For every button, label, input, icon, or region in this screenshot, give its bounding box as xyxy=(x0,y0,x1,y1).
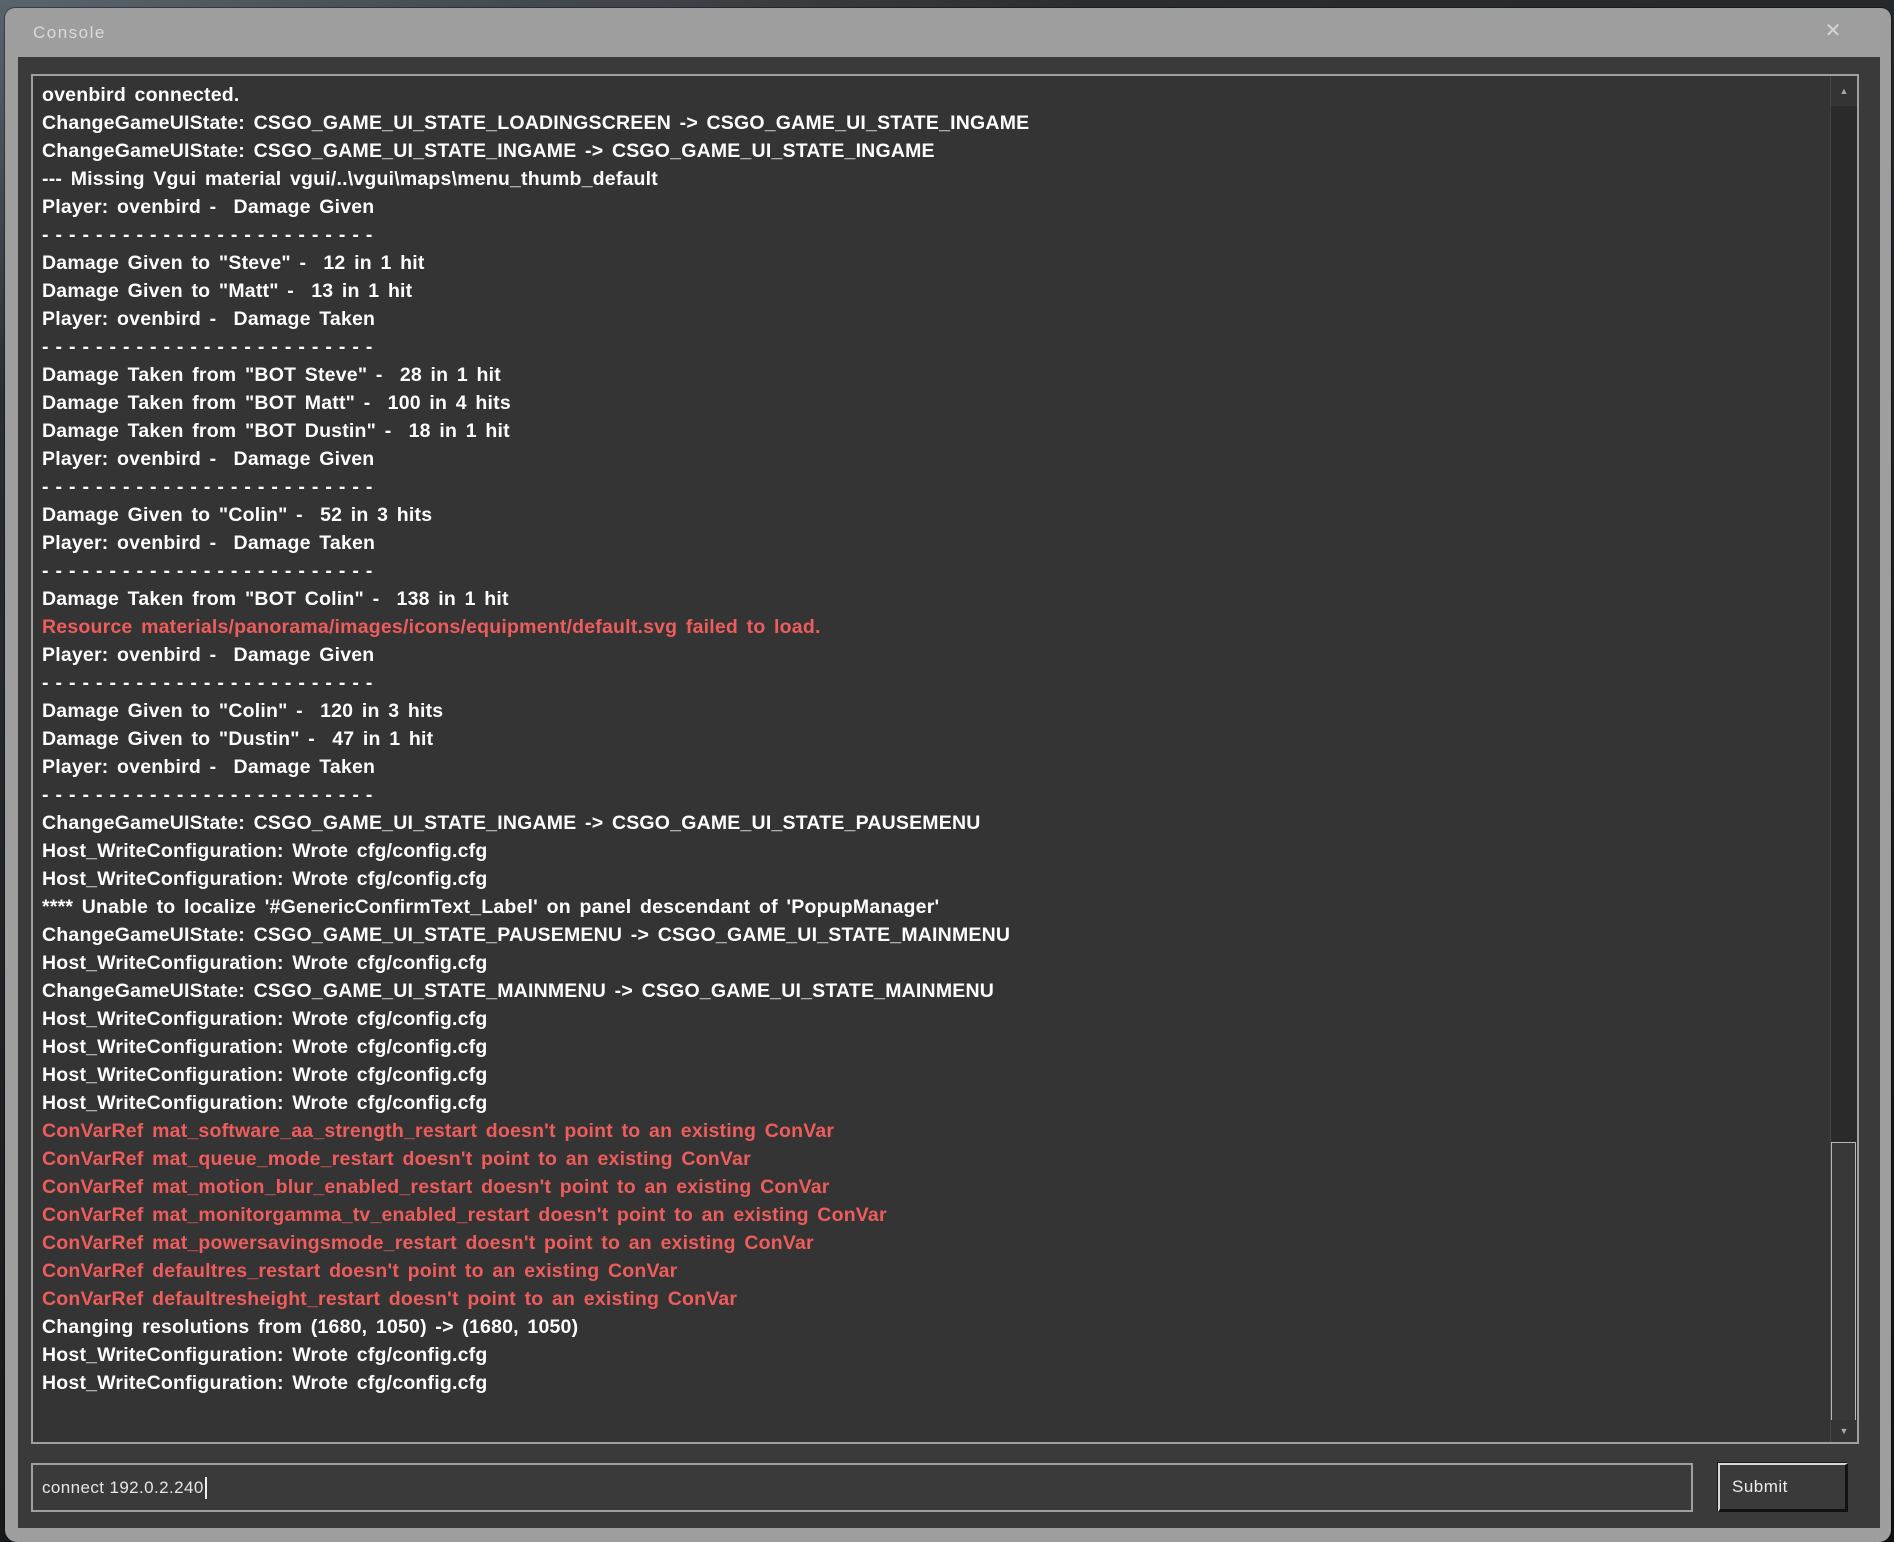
log-line: ------------------------- xyxy=(42,669,1823,697)
submit-button-label: Submit xyxy=(1732,1477,1788,1497)
log-line: Damage Given to "Colin" - 120 in 3 hits xyxy=(42,697,1823,725)
arrow-down-icon: ▼ xyxy=(1840,1426,1849,1436)
log-line: Damage Given to "Colin" - 52 in 3 hits xyxy=(42,501,1823,529)
log-line: ------------------------- xyxy=(42,221,1823,249)
log-line: Host_WriteConfiguration: Wrote cfg/confi… xyxy=(42,1033,1823,1061)
log-line: Resource materials/panorama/images/icons… xyxy=(42,613,1823,641)
titlebar[interactable]: Console ✕ xyxy=(5,8,1891,57)
command-input[interactable]: connect 192.0.2.240 xyxy=(31,1463,1693,1512)
log-line: Damage Given to "Steve" - 12 in 1 hit xyxy=(42,249,1823,277)
log-line: ------------------------- xyxy=(42,473,1823,501)
log-line: ConVarRef mat_motion_blur_enabled_restar… xyxy=(42,1173,1823,1201)
log-line: Player: ovenbird - Damage Taken xyxy=(42,305,1823,333)
command-input-value: connect 192.0.2.240 xyxy=(42,1478,204,1498)
log-line: ConVarRef mat_queue_mode_restart doesn't… xyxy=(42,1145,1823,1173)
window-title: Console xyxy=(33,23,106,43)
log-line: ------------------------- xyxy=(42,781,1823,809)
log-line: Host_WriteConfiguration: Wrote cfg/confi… xyxy=(42,865,1823,893)
log-line: Player: ovenbird - Damage Given xyxy=(42,445,1823,473)
log-line: Damage Taken from "BOT Steve" - 28 in 1 … xyxy=(42,361,1823,389)
log-line: Player: ovenbird - Damage Given xyxy=(42,193,1823,221)
scrollbar[interactable]: ▲ ▼ xyxy=(1830,76,1857,1442)
console-window: Console ✕ ovenbird connected.ChangeGameU… xyxy=(5,8,1891,1542)
log-line: Damage Taken from "BOT Dustin" - 18 in 1… xyxy=(42,417,1823,445)
log-line: ChangeGameUIState: CSGO_GAME_UI_STATE_IN… xyxy=(42,137,1823,165)
log-line: ------------------------- xyxy=(42,333,1823,361)
log-line: Player: ovenbird - Damage Taken xyxy=(42,529,1823,557)
log-line: ovenbird connected. xyxy=(42,81,1823,109)
log-line: ChangeGameUIState: CSGO_GAME_UI_STATE_IN… xyxy=(42,809,1823,837)
arrow-up-icon: ▲ xyxy=(1840,86,1849,96)
log-line: Host_WriteConfiguration: Wrote cfg/confi… xyxy=(42,1061,1823,1089)
log-line: --- Missing Vgui material vgui/..\vgui\m… xyxy=(42,165,1823,193)
log-line: ConVarRef defaultres_restart doesn't poi… xyxy=(42,1257,1823,1285)
log-line: ConVarRef defaultresheight_restart doesn… xyxy=(42,1285,1823,1313)
scroll-down-button[interactable]: ▼ xyxy=(1831,1420,1857,1442)
log-line: ConVarRef mat_monitorgamma_tv_enabled_re… xyxy=(42,1201,1823,1229)
console-log: ovenbird connected.ChangeGameUIState: CS… xyxy=(33,76,1829,1442)
log-line: Host_WriteConfiguration: Wrote cfg/confi… xyxy=(42,837,1823,865)
submit-button[interactable]: Submit xyxy=(1718,1463,1848,1512)
log-line: Host_WriteConfiguration: Wrote cfg/confi… xyxy=(42,1369,1823,1397)
log-line: Damage Taken from "BOT Matt" - 100 in 4 … xyxy=(42,389,1823,417)
text-caret xyxy=(205,1477,207,1499)
log-line: Player: ovenbird - Damage Given xyxy=(42,641,1823,669)
console-output: ovenbird connected.ChangeGameUIState: CS… xyxy=(31,74,1859,1444)
log-line: Player: ovenbird - Damage Taken xyxy=(42,753,1823,781)
log-line: ChangeGameUIState: CSGO_GAME_UI_STATE_PA… xyxy=(42,921,1823,949)
log-line: Host_WriteConfiguration: Wrote cfg/confi… xyxy=(42,1005,1823,1033)
log-line: Host_WriteConfiguration: Wrote cfg/confi… xyxy=(42,949,1823,977)
log-line: Changing resolutions from (1680, 1050) -… xyxy=(42,1313,1823,1341)
console-body: ovenbird connected.ChangeGameUIState: CS… xyxy=(18,57,1880,1528)
log-line: **** Unable to localize '#GenericConfirm… xyxy=(42,893,1823,921)
log-line: Damage Given to "Matt" - 13 in 1 hit xyxy=(42,277,1823,305)
log-line: Host_WriteConfiguration: Wrote cfg/confi… xyxy=(42,1089,1823,1117)
close-icon[interactable]: ✕ xyxy=(1819,16,1847,44)
log-line: ConVarRef mat_software_aa_strength_resta… xyxy=(42,1117,1823,1145)
log-line: ------------------------- xyxy=(42,557,1823,585)
log-line: Host_WriteConfiguration: Wrote cfg/confi… xyxy=(42,1341,1823,1369)
log-line: ConVarRef mat_powersavingsmode_restart d… xyxy=(42,1229,1823,1257)
log-line: ChangeGameUIState: CSGO_GAME_UI_STATE_LO… xyxy=(42,109,1823,137)
scroll-thumb[interactable] xyxy=(1831,1142,1856,1424)
log-line: ChangeGameUIState: CSGO_GAME_UI_STATE_MA… xyxy=(42,977,1823,1005)
log-line: Damage Given to "Dustin" - 47 in 1 hit xyxy=(42,725,1823,753)
scroll-up-button[interactable]: ▲ xyxy=(1831,76,1857,106)
log-line: Damage Taken from "BOT Colin" - 138 in 1… xyxy=(42,585,1823,613)
